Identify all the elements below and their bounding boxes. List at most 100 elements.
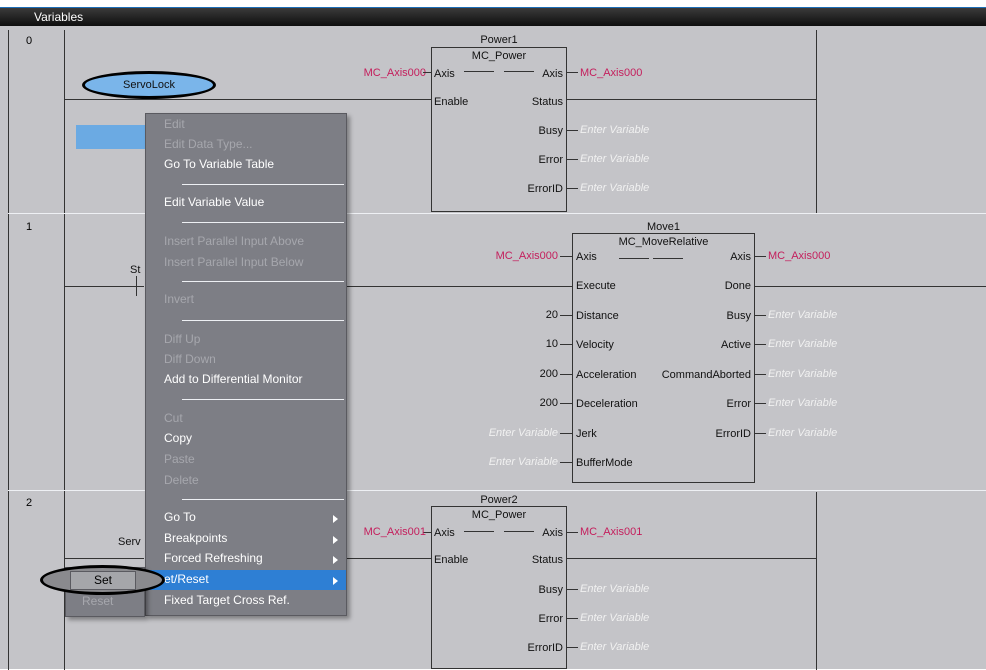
- menu-divider: [182, 184, 344, 185]
- submenu-arrow-icon: [333, 536, 338, 544]
- fb-move1[interactable]: Move1 MC_MoveRelative Axis Execute Dista…: [572, 221, 755, 483]
- rung2-wire: [64, 558, 144, 559]
- menu-item-edit-variable-value[interactable]: Edit Variable Value: [164, 195, 264, 209]
- menu-item-cut[interactable]: Cut: [164, 411, 183, 425]
- pin-enable: Enable: [434, 554, 469, 566]
- fb-power2[interactable]: Power2 MC_Power Axis Axis Enable Status …: [431, 494, 567, 669]
- pin-error: Error: [538, 154, 563, 166]
- pin-stub: [754, 403, 766, 404]
- input-value[interactable]: 10: [546, 338, 558, 350]
- contact-symbol: [136, 276, 137, 296]
- fb-instance-name[interactable]: Power1: [432, 34, 566, 46]
- var-axis-in[interactable]: MC_Axis001: [364, 526, 426, 538]
- output-value-placeholder[interactable]: Enter Variable: [768, 427, 837, 439]
- fb-instance-name[interactable]: Power2: [432, 494, 566, 506]
- pin-stub: [754, 256, 766, 257]
- pin-stub: [560, 462, 572, 463]
- pin-error: Error: [538, 613, 563, 625]
- var-errorid-placeholder[interactable]: Enter Variable: [580, 182, 649, 194]
- input-value[interactable]: 20: [546, 309, 558, 321]
- pin-stub: [566, 188, 578, 189]
- pin-axis-in: Axis: [434, 527, 455, 539]
- contact-label[interactable]: Serv: [118, 536, 141, 548]
- menu-item-insert-parallel-below[interactable]: Insert Parallel Input Below: [164, 255, 303, 269]
- menu-item-forced-refreshing[interactable]: Forced Refreshing: [164, 551, 263, 565]
- output-value-placeholder[interactable]: Enter Variable: [768, 338, 837, 350]
- pin-in: Velocity: [576, 339, 614, 351]
- menu-item-paste[interactable]: Paste: [164, 452, 195, 466]
- pin-enable: Enable: [434, 96, 469, 108]
- menu-divider: [182, 222, 344, 223]
- input-value[interactable]: 200: [540, 397, 558, 409]
- output-value-placeholder[interactable]: Enter Variable: [768, 368, 837, 380]
- menu-item-diff-down[interactable]: Diff Down: [164, 352, 216, 366]
- pin-stub: [560, 315, 572, 316]
- contact-label[interactable]: St: [130, 264, 140, 276]
- pin-out: Done: [724, 280, 751, 292]
- pin-out: Busy: [726, 310, 751, 322]
- pane-title-bar: Variables: [0, 8, 986, 26]
- var-axis-in[interactable]: MC_Axis000: [364, 67, 426, 79]
- var-error-placeholder[interactable]: Enter Variable: [580, 153, 649, 165]
- menu-item-go-to[interactable]: Go To: [164, 510, 196, 524]
- pin-in: Distance: [576, 310, 619, 322]
- var-busy-placeholder[interactable]: Enter Variable: [580, 583, 649, 595]
- menu-item-set-reset[interactable]: et/Reset: [164, 572, 209, 586]
- input-value[interactable]: 200: [540, 368, 558, 380]
- output-value-placeholder[interactable]: Enter Variable: [768, 397, 837, 409]
- fb-type-name: MC_Power: [471, 509, 527, 521]
- rung0-wire-out: [566, 99, 816, 100]
- menu-item-delete[interactable]: Delete: [164, 473, 199, 487]
- input-value-placeholder[interactable]: Enter Variable: [489, 456, 558, 468]
- pin-stub: [754, 315, 766, 316]
- menu-item-invert[interactable]: Invert: [164, 292, 194, 306]
- pin-busy: Busy: [538, 125, 563, 137]
- input-value[interactable]: MC_Axis000: [496, 250, 558, 262]
- menu-divider: [182, 320, 344, 321]
- submenu-item-set[interactable]: Set: [70, 571, 136, 590]
- rung0-wire: [64, 99, 431, 100]
- submenu-arrow-icon: [333, 577, 338, 585]
- pin-out: ErrorID: [715, 428, 751, 440]
- axis-passthrough: [464, 71, 494, 72]
- menu-item-fixed-target-cross-ref[interactable]: Fixed Target Cross Ref.: [164, 593, 290, 607]
- menu-divider: [182, 281, 344, 282]
- rung2-wire-out: [566, 558, 816, 559]
- menu-item-copy[interactable]: Copy: [164, 431, 192, 445]
- menu-item-diff-up[interactable]: Diff Up: [164, 332, 200, 346]
- var-busy-placeholder[interactable]: Enter Variable: [580, 124, 649, 136]
- pin-in: Deceleration: [576, 398, 638, 410]
- menu-item-add-to-differential-monitor[interactable]: Add to Differential Monitor: [164, 372, 303, 386]
- axis-passthrough: [464, 531, 494, 532]
- pin-axis-in: Axis: [434, 68, 455, 80]
- pin-errorid: ErrorID: [527, 642, 563, 654]
- fb-power1[interactable]: Power1 MC_Power Axis Axis Enable Status …: [431, 34, 567, 212]
- fb-type-name: MC_Power: [471, 50, 527, 62]
- var-errorid-placeholder[interactable]: Enter Variable: [580, 641, 649, 653]
- pin-stub: [566, 532, 578, 533]
- menu-item-edit[interactable]: Edit: [164, 117, 185, 131]
- menu-item-go-to-variable-table[interactable]: Go To Variable Table: [164, 157, 274, 171]
- var-axis-out[interactable]: MC_Axis001: [580, 526, 642, 538]
- pin-stub: [423, 72, 431, 73]
- context-menu[interactable]: Edit Edit Data Type... Go To Variable Ta…: [145, 113, 347, 616]
- pin-in: Acceleration: [576, 369, 637, 381]
- submenu-item-reset[interactable]: Reset: [82, 594, 113, 608]
- menu-item-insert-parallel-above[interactable]: Insert Parallel Input Above: [164, 234, 304, 248]
- menu-item-edit-data-type[interactable]: Edit Data Type...: [164, 137, 253, 151]
- var-error-placeholder[interactable]: Enter Variable: [580, 612, 649, 624]
- submenu-arrow-icon: [333, 556, 338, 564]
- input-value-placeholder[interactable]: Enter Variable: [489, 427, 558, 439]
- output-value[interactable]: MC_Axis000: [768, 250, 830, 262]
- output-value-placeholder[interactable]: Enter Variable: [768, 309, 837, 321]
- pin-out: Axis: [730, 251, 751, 263]
- menu-item-breakpoints[interactable]: Breakpoints: [164, 531, 227, 545]
- pin-stub: [560, 374, 572, 375]
- var-axis-out[interactable]: MC_Axis000: [580, 67, 642, 79]
- pin-stub: [560, 344, 572, 345]
- fb-instance-name[interactable]: Move1: [573, 221, 754, 233]
- servolock-contact[interactable]: ServoLock: [82, 71, 216, 99]
- submenu-arrow-icon: [333, 515, 338, 523]
- axis-passthrough: [619, 258, 649, 259]
- pin-in: Axis: [576, 251, 597, 263]
